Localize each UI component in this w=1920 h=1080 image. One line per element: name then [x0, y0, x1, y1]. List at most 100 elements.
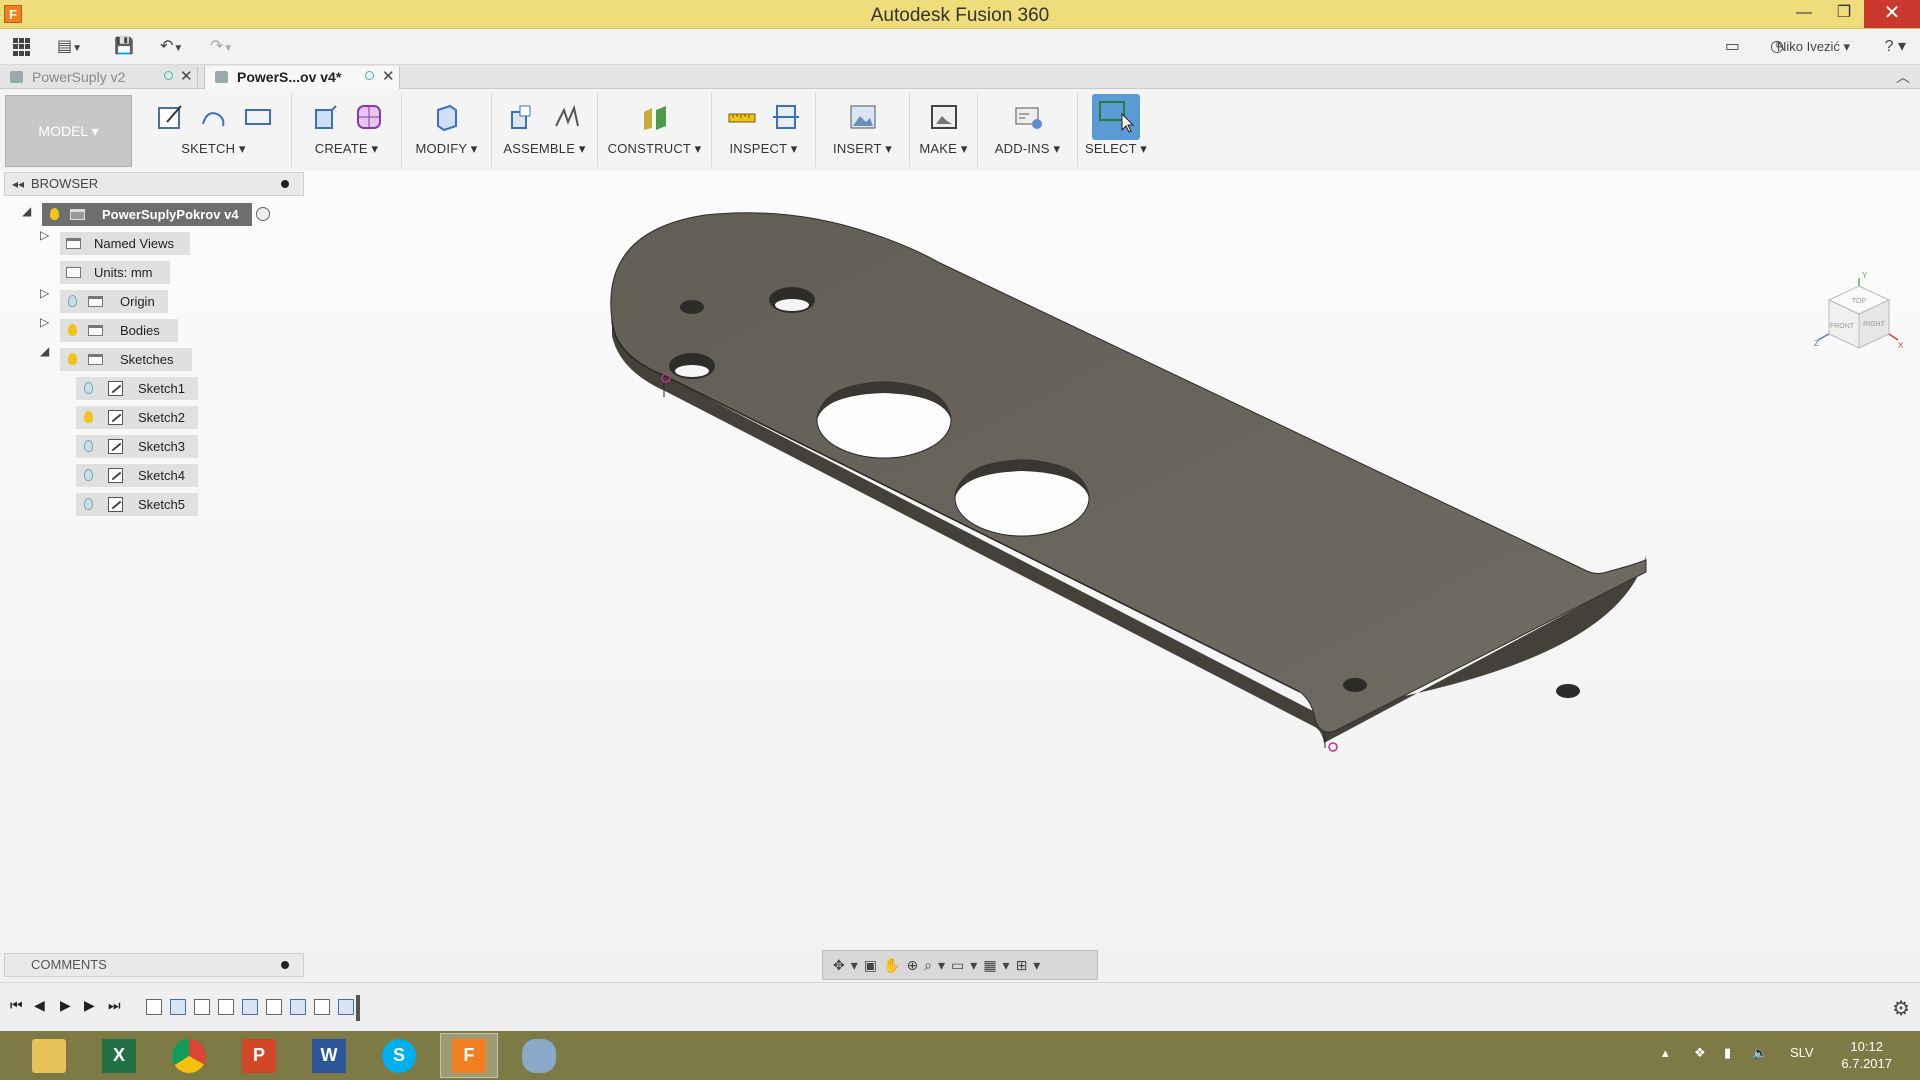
- inspect-group[interactable]: INSPECT ▾: [712, 93, 816, 167]
- network-icon[interactable]: ▮: [1724, 1045, 1731, 1061]
- modify-group[interactable]: MODIFY ▾: [402, 93, 492, 167]
- rectangle-icon[interactable]: [243, 102, 273, 132]
- timeline-marker[interactable]: [356, 995, 360, 1021]
- browser-item-units[interactable]: Units: mm: [60, 261, 170, 284]
- fit-icon[interactable]: ⌕▾: [924, 957, 951, 973]
- tab-powersuplypokrov-v4[interactable]: PowerS...ov v4* ✕: [204, 66, 400, 89]
- line-icon[interactable]: [199, 102, 229, 132]
- system-clock[interactable]: 10:12 6.7.2017: [1841, 1038, 1892, 1072]
- timeline-sketch-feature[interactable]: [194, 999, 210, 1015]
- timeline-sketch-feature[interactable]: [314, 999, 330, 1015]
- 3d-viewport[interactable]: TOP FRONT RIGHT Y Z X: [0, 171, 1920, 981]
- timeline-extrude-feature[interactable]: [242, 999, 258, 1015]
- timeline-extrude-feature[interactable]: [290, 999, 306, 1015]
- joint-icon[interactable]: [552, 102, 582, 132]
- viewcube-front-label[interactable]: FRONT: [1830, 323, 1855, 330]
- grid-settings-icon[interactable]: ▦▾: [983, 957, 1015, 973]
- close-tab-icon[interactable]: ✕: [180, 66, 193, 88]
- create-sketch-icon[interactable]: [155, 102, 185, 132]
- step-forward-icon[interactable]: ▶: [84, 997, 95, 1014]
- save-button[interactable]: 💾: [114, 35, 134, 59]
- expand-origin-icon[interactable]: ▷: [40, 286, 49, 300]
- modify-menu-label[interactable]: MODIFY ▾: [402, 141, 491, 157]
- extrude-icon[interactable]: [310, 102, 340, 132]
- sketch-group[interactable]: SKETCH ▾: [136, 93, 292, 167]
- mount-hole-4[interactable]: [1556, 684, 1580, 698]
- dropbox-icon[interactable]: ❖: [1694, 1045, 1706, 1061]
- expand-named-views-icon[interactable]: ▷: [40, 228, 49, 242]
- maximize-button[interactable]: ❐: [1824, 0, 1864, 28]
- measure-icon[interactable]: [727, 102, 757, 132]
- collapse-browser-icon[interactable]: ◂◂: [12, 173, 24, 195]
- make-group[interactable]: MAKE ▾: [910, 93, 978, 167]
- notifications-button[interactable]: ▭: [1725, 35, 1740, 59]
- user-account-menu[interactable]: Niko Ivezić ▾: [1777, 35, 1850, 59]
- inspect-menu-label[interactable]: INSPECT ▾: [712, 141, 815, 157]
- excel-button[interactable]: X: [90, 1033, 148, 1078]
- workspace-switcher[interactable]: MODEL ▾: [5, 95, 132, 167]
- select-icon[interactable]: [1092, 94, 1140, 140]
- construct-group[interactable]: CONSTRUCT ▾: [598, 93, 712, 167]
- powerpoint-button[interactable]: P: [230, 1033, 288, 1078]
- mount-hole-3[interactable]: [680, 300, 704, 314]
- visibility-bulb-icon[interactable]: [50, 208, 59, 220]
- add-ins-menu-label[interactable]: ADD-INS ▾: [978, 141, 1077, 157]
- skype-button[interactable]: S: [370, 1033, 428, 1078]
- go-to-start-icon[interactable]: ⏮: [10, 997, 23, 1014]
- mount-hole-5[interactable]: [1343, 678, 1367, 692]
- browser-item-bodies[interactable]: Bodies: [60, 319, 178, 342]
- chrome-button[interactable]: [160, 1033, 218, 1078]
- pan-icon[interactable]: ✋: [883, 957, 906, 973]
- viewports-icon[interactable]: ⊞▾: [1016, 957, 1047, 973]
- tab-powersuply-v2[interactable]: PowerSuply v2 ✕: [0, 66, 198, 89]
- language-indicator[interactable]: SLV: [1790, 1045, 1814, 1060]
- visibility-bulb-icon[interactable]: [68, 353, 77, 365]
- fusion360-taskbar-button[interactable]: F: [440, 1033, 498, 1078]
- pin-icon[interactable]: [281, 180, 289, 188]
- browser-item-sketch5[interactable]: Sketch5: [76, 493, 198, 516]
- browser-item-named-views[interactable]: Named Views: [60, 232, 190, 255]
- insert-group[interactable]: INSERT ▾: [816, 93, 910, 167]
- zoom-icon[interactable]: ⊕: [906, 957, 924, 973]
- play-icon[interactable]: ▶: [60, 997, 71, 1014]
- browser-item-sketches[interactable]: Sketches: [60, 348, 192, 371]
- browser-item-origin[interactable]: Origin: [60, 290, 168, 313]
- orbit-icon[interactable]: ✥▾: [833, 957, 864, 973]
- browser-item-sketch4[interactable]: Sketch4: [76, 464, 198, 487]
- undo-button[interactable]: ↶▼: [160, 35, 183, 59]
- visibility-bulb-icon[interactable]: [84, 411, 93, 423]
- paint-button[interactable]: [510, 1033, 568, 1078]
- select-menu-label[interactable]: SELECT ▾: [1078, 141, 1154, 157]
- volume-icon[interactable]: 🔈: [1752, 1045, 1768, 1061]
- assemble-menu-label[interactable]: ASSEMBLE ▾: [492, 141, 597, 157]
- comments-panel-header[interactable]: COMMENTS: [4, 953, 304, 977]
- browser-item-sketch1[interactable]: Sketch1: [76, 377, 198, 400]
- timeline-sketch-feature[interactable]: [146, 999, 162, 1015]
- create-menu-label[interactable]: CREATE ▾: [292, 141, 401, 157]
- browser-panel-header[interactable]: ◂◂ BROWSER: [4, 172, 304, 196]
- file-menu-button[interactable]: ▤▼: [57, 35, 82, 59]
- section-analysis-icon[interactable]: [771, 102, 801, 132]
- add-ins-group[interactable]: ADD-INS ▾: [978, 93, 1078, 167]
- look-at-icon[interactable]: ▣: [864, 957, 883, 973]
- press-pull-icon[interactable]: [432, 102, 462, 132]
- create-group[interactable]: CREATE ▾: [292, 93, 402, 167]
- collapse-sketches-icon[interactable]: ◢: [40, 344, 49, 358]
- visibility-bulb-icon[interactable]: [68, 295, 77, 307]
- minimize-button[interactable]: —: [1784, 0, 1824, 28]
- viewcube-right-label[interactable]: RIGHT: [1863, 321, 1886, 328]
- assemble-group[interactable]: ASSEMBLE ▾: [492, 93, 598, 167]
- visibility-bulb-icon[interactable]: [84, 469, 93, 481]
- help-menu[interactable]: ? ▾: [1885, 35, 1906, 59]
- visibility-bulb-icon[interactable]: [84, 440, 93, 452]
- visibility-bulb-icon[interactable]: [84, 498, 93, 510]
- collapse-toolbar-icon[interactable]: ︿: [1896, 67, 1910, 87]
- attached-canvas-icon[interactable]: [848, 102, 878, 132]
- offset-plane-icon[interactable]: [640, 102, 670, 132]
- create-form-icon[interactable]: [354, 102, 384, 132]
- display-settings-icon[interactable]: ▭▾: [951, 957, 983, 973]
- make-menu-label[interactable]: MAKE ▾: [910, 141, 977, 157]
- add-comment-icon[interactable]: [281, 961, 289, 969]
- file-explorer-button[interactable]: [20, 1033, 78, 1078]
- scripts-addins-icon[interactable]: [1013, 102, 1043, 132]
